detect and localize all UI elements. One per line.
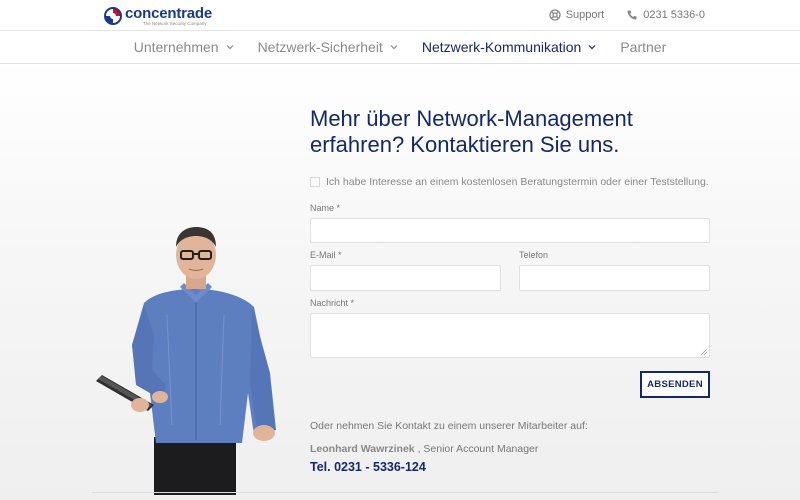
support-link[interactable]: Support (549, 9, 605, 21)
phone-field[interactable] (519, 265, 710, 291)
consent-label: Ich habe Interesse an einem kostenlosen … (326, 176, 709, 188)
phone-link[interactable]: 0231 5336-0 (626, 9, 705, 21)
phone-label: 0231 5336-0 (643, 9, 705, 21)
name-field[interactable] (310, 218, 710, 243)
message-label: Nachricht * (310, 298, 355, 308)
page-title: Mehr über Network-Management erfahren? K… (310, 106, 730, 158)
nav-item-label: Netzwerk-Sicherheit (257, 39, 383, 55)
main-nav: Unternehmen Netzwerk-Sicherheit Netzwerk… (0, 31, 800, 64)
consent-checkbox[interactable] (310, 177, 320, 187)
nav-item-label: Partner (620, 39, 667, 55)
contact-person: Leonhard Wawrzinek , Senior Account Mana… (310, 443, 538, 455)
chevron-down-icon (588, 45, 596, 50)
email-field[interactable] (310, 265, 501, 291)
support-label: Support (565, 9, 605, 21)
logo-tagline: The Network Security Company (143, 20, 207, 26)
submit-button[interactable]: ABSENDEN (640, 371, 710, 398)
top-links: Support 0231 5336-0 (549, 9, 705, 21)
nav-item-label: Unternehmen (133, 39, 219, 55)
nav-item-netzwerk-kommunikation[interactable]: Netzwerk-Kommunikation (410, 39, 609, 55)
chevron-down-icon (226, 45, 233, 50)
contact-intro: Oder nehmen Sie Kontakt zu einem unserer… (310, 420, 588, 432)
top-bar: concentrade The Network Security Company… (0, 0, 800, 31)
nav-item-unternehmen[interactable]: Unternehmen (122, 39, 246, 55)
account-manager-photo (96, 227, 276, 495)
message-field[interactable] (310, 313, 710, 358)
concentrade-logo[interactable]: concentrade The Network Security Company (104, 5, 212, 27)
divider (92, 492, 718, 493)
nav-item-partner[interactable]: Partner (608, 39, 678, 55)
logo-name: concentrade (125, 4, 212, 22)
consent-row[interactable]: Ich habe Interesse an einem kostenlosen … (310, 176, 709, 188)
nav-item-netzwerk-sicherheit[interactable]: Netzwerk-Sicherheit (246, 39, 410, 55)
headline-line-2: erfahren? Kontaktieren Sie uns. (310, 132, 620, 157)
resize-grip-icon[interactable] (700, 348, 708, 356)
phone-field-label: Telefon (519, 250, 549, 260)
contact-phone-link[interactable]: Tel. 0231 - 5336-124 (310, 460, 426, 474)
contact-person-role: , Senior Account Manager (417, 443, 539, 455)
contact-person-name: Leonhard Wawrzinek (310, 443, 415, 455)
lifebuoy-icon (549, 9, 561, 21)
chevron-down-icon (390, 45, 398, 50)
nav-item-label: Netzwerk-Kommunikation (421, 39, 582, 55)
name-label: Name * (310, 203, 341, 213)
logo-mark-icon (104, 7, 122, 25)
headline-line-1: Mehr über Network-Management (310, 106, 633, 131)
email-label: E-Mail * (310, 250, 342, 260)
phone-icon (627, 10, 637, 20)
